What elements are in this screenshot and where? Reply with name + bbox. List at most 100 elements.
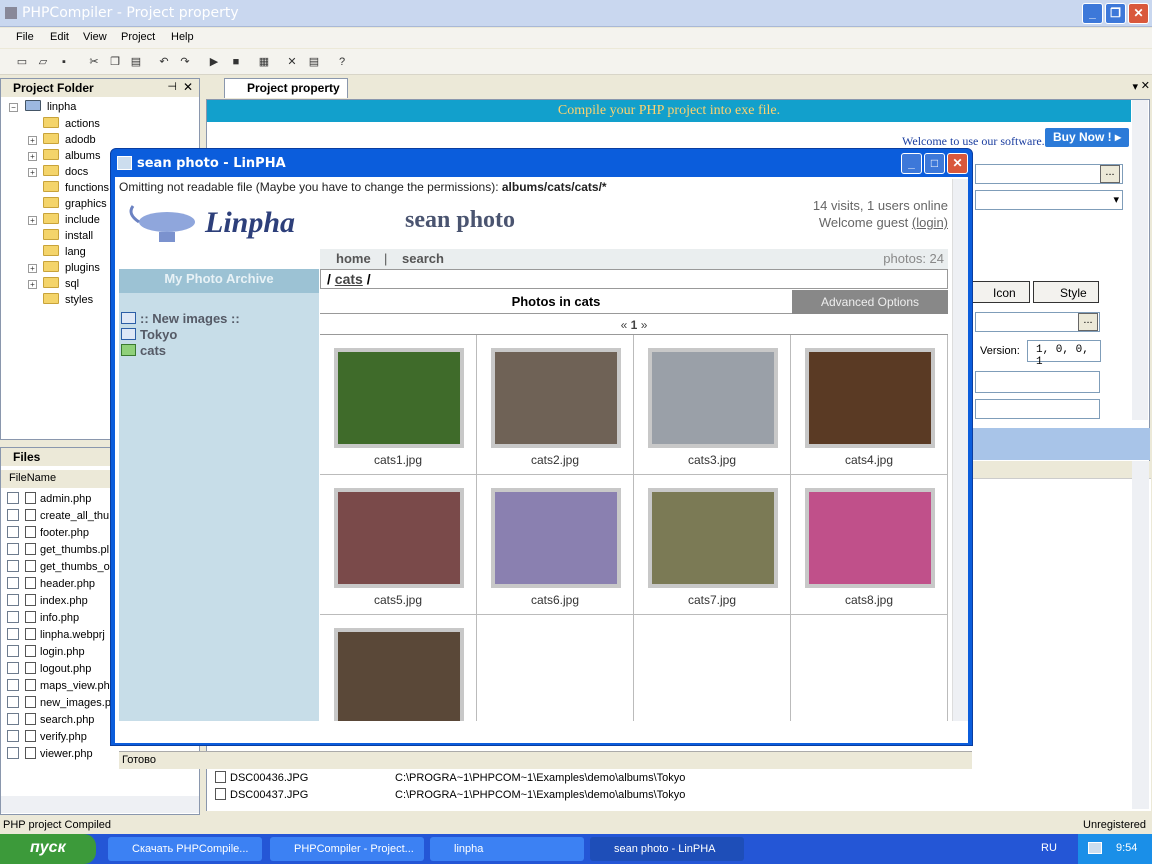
file-list-row[interactable]: DSC00436.JPG xyxy=(215,770,308,787)
linpha-minimize-button[interactable]: _ xyxy=(901,153,922,174)
photo-caption[interactable]: cats8.jpg xyxy=(791,593,947,607)
expand-icon[interactable]: + xyxy=(28,168,37,177)
photo-thumbnail[interactable] xyxy=(491,488,621,588)
file-row[interactable]: maps_view.ph xyxy=(7,678,110,695)
linpha-maximize-button[interactable]: □ xyxy=(924,153,945,174)
pager-next[interactable]: » xyxy=(641,318,648,332)
file-checkbox[interactable] xyxy=(7,713,19,725)
breadcrumb-cats-link[interactable]: cats xyxy=(335,271,363,287)
file-checkbox[interactable] xyxy=(7,594,19,606)
file-row[interactable]: logout.php xyxy=(7,661,91,678)
menu-project[interactable]: Project xyxy=(121,31,155,43)
file-row[interactable]: info.php xyxy=(7,610,79,627)
property-vscrollbar[interactable] xyxy=(1132,100,1148,420)
photo-caption[interactable]: cats1.jpg xyxy=(320,453,476,467)
photo-thumbnail[interactable] xyxy=(805,488,935,588)
version-field[interactable]: 1, 0, 0, 1 xyxy=(1027,340,1101,368)
login-link[interactable]: (login) xyxy=(912,215,948,230)
sidebar-item-cats[interactable]: cats xyxy=(121,343,166,359)
photo-thumbnail[interactable] xyxy=(491,348,621,448)
tree-root[interactable]: linpha xyxy=(25,99,76,115)
photo-caption[interactable]: cats6.jpg xyxy=(477,593,633,607)
undo-icon[interactable]: ↶ xyxy=(156,54,172,70)
collapse-icon[interactable]: − xyxy=(9,103,18,112)
tree-item-functions[interactable]: functions xyxy=(43,180,109,196)
file-checkbox[interactable] xyxy=(7,662,19,674)
photo-thumbnail[interactable] xyxy=(334,628,464,721)
linpha-close-button[interactable]: ✕ xyxy=(947,153,968,174)
linpha-vscrollbar[interactable] xyxy=(952,179,968,721)
file-checkbox[interactable] xyxy=(7,543,19,555)
file-checkbox[interactable] xyxy=(7,747,19,759)
icon-button[interactable]: Icon xyxy=(970,281,1030,303)
property-field-4[interactable] xyxy=(975,399,1100,419)
file-row[interactable]: login.php xyxy=(7,644,85,661)
property-select[interactable]: ▾ xyxy=(975,190,1123,210)
close-button[interactable]: ✕ xyxy=(1128,3,1149,24)
tab-list-icon[interactable]: ▾ xyxy=(1132,80,1138,93)
file-checkbox[interactable] xyxy=(7,696,19,708)
photo-thumbnail[interactable] xyxy=(648,348,778,448)
files-hscrollbar[interactable] xyxy=(1,796,199,813)
save-icon[interactable]: ▪ xyxy=(56,54,72,70)
sidebar-item-new-images[interactable]: :: New images :: xyxy=(121,311,240,327)
photo-thumbnail[interactable] xyxy=(334,488,464,588)
file-row[interactable]: get_thumbs_o xyxy=(7,559,110,576)
minimize-button[interactable]: _ xyxy=(1082,3,1103,24)
file-row[interactable]: verify.php xyxy=(7,729,87,746)
photo-caption[interactable]: cats5.jpg xyxy=(320,593,476,607)
photo-caption[interactable]: cats2.jpg xyxy=(477,453,633,467)
stop-icon[interactable]: ■ xyxy=(228,54,244,70)
expand-icon[interactable]: + xyxy=(28,264,37,273)
tree-item-actions[interactable]: actions xyxy=(43,116,100,132)
file-row[interactable]: viewer.php xyxy=(7,746,93,763)
advanced-options-button[interactable]: Advanced Options xyxy=(792,290,948,314)
expand-icon[interactable]: + xyxy=(28,152,37,161)
file-row[interactable]: footer.php xyxy=(7,525,89,542)
open-icon[interactable]: ▱ xyxy=(35,54,51,70)
build-icon[interactable]: ✕ xyxy=(284,54,300,70)
browse-button-2[interactable]: ... xyxy=(1078,313,1098,331)
redo-icon[interactable]: ↷ xyxy=(177,54,193,70)
property-field-3[interactable] xyxy=(975,371,1100,393)
style-button[interactable]: Style xyxy=(1033,281,1099,303)
buy-now-button[interactable]: Buy Now ! ▸ xyxy=(1045,128,1129,147)
file-checkbox[interactable] xyxy=(7,526,19,538)
expand-icon[interactable]: + xyxy=(28,280,37,289)
task-firefox[interactable]: Скачать PHPCompile... xyxy=(108,837,262,861)
file-checkbox[interactable] xyxy=(7,679,19,691)
file-list-vscrollbar[interactable] xyxy=(1132,461,1149,809)
file-checkbox[interactable] xyxy=(7,611,19,623)
file-checkbox[interactable] xyxy=(7,730,19,742)
cut-icon[interactable]: ✂ xyxy=(86,54,102,70)
file-checkbox[interactable] xyxy=(7,509,19,521)
properties-icon[interactable]: ▦ xyxy=(256,54,272,70)
copy-icon[interactable]: ❐ xyxy=(107,54,123,70)
pin-icon[interactable]: ⊣ xyxy=(167,80,177,93)
task-sean-photo[interactable]: sean photo - LinPHA xyxy=(590,837,744,861)
menu-view[interactable]: View xyxy=(83,31,107,43)
nav-home-link[interactable]: home xyxy=(336,251,371,266)
file-row[interactable]: index.php xyxy=(7,593,88,610)
tree-item-albums[interactable]: albums xyxy=(43,148,100,164)
file-checkbox[interactable] xyxy=(7,577,19,589)
panel-close-icon[interactable]: ✕ xyxy=(183,80,193,94)
nav-search-link[interactable]: search xyxy=(402,251,444,266)
tree-item-sql[interactable]: sql xyxy=(43,276,79,292)
file-row[interactable]: header.php xyxy=(7,576,95,593)
tree-item-install[interactable]: install xyxy=(43,228,93,244)
file-checkbox[interactable] xyxy=(7,628,19,640)
start-button[interactable]: пуск xyxy=(0,834,96,864)
help-icon[interactable]: ? xyxy=(334,54,350,70)
file-row[interactable]: admin.php xyxy=(7,491,91,508)
compile-icon[interactable]: ▤ xyxy=(306,54,322,70)
file-list-row[interactable]: DSC00437.JPG xyxy=(215,787,308,804)
file-checkbox[interactable] xyxy=(7,492,19,504)
tree-item-plugins[interactable]: plugins xyxy=(43,260,100,276)
tree-item-styles[interactable]: styles xyxy=(43,292,93,308)
file-row[interactable]: linpha.webprj xyxy=(7,627,105,644)
file-row[interactable]: create_all_thu xyxy=(7,508,109,525)
photo-caption[interactable]: cats7.jpg xyxy=(634,593,790,607)
filename-column-header[interactable]: FileName xyxy=(1,470,111,488)
tree-item-lang[interactable]: lang xyxy=(43,244,86,260)
